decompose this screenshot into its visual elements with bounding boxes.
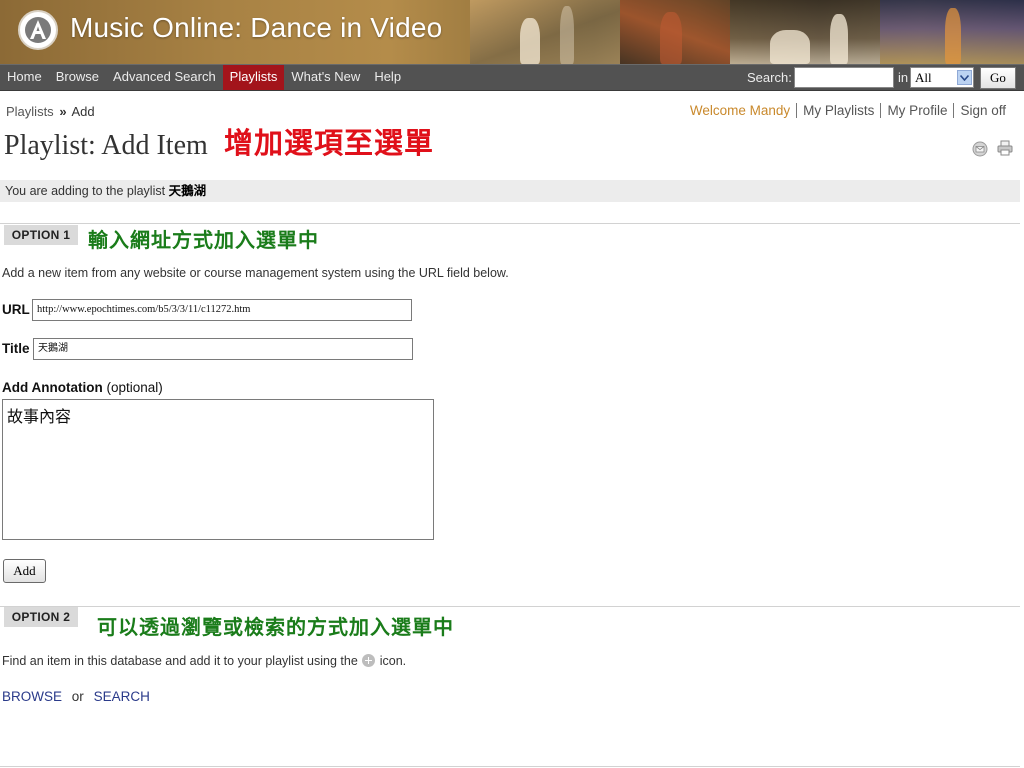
banner-dancer-figure xyxy=(770,30,810,64)
option1-description: Add a new item from any website or cours… xyxy=(2,266,509,280)
search-input[interactable] xyxy=(794,67,894,88)
url-field[interactable]: http://www.epochtimes.com/b5/3/3/11/c112… xyxy=(32,299,412,321)
search-scope-label: in xyxy=(898,70,909,85)
footer-divider xyxy=(0,766,1020,767)
title-label: Title xyxy=(2,341,30,356)
main-nav: Home Browse Advanced Search Playlists Wh… xyxy=(0,64,1024,91)
chevron-down-icon[interactable] xyxy=(957,70,972,85)
breadcrumb-separator: » xyxy=(59,104,67,119)
email-icon[interactable] xyxy=(972,141,988,160)
nav-item-whats-new[interactable]: What's New xyxy=(284,65,367,90)
adding-notice: You are adding to the playlist 天鵝湖 xyxy=(0,180,1020,202)
logo-a-icon xyxy=(25,17,51,43)
option2-description-after: icon. xyxy=(379,654,407,668)
add-button[interactable]: Add xyxy=(3,559,46,583)
annotation-label-text: Add Annotation xyxy=(2,380,103,395)
playlist-name: 天鵝湖 xyxy=(168,184,207,198)
adding-notice-text: You are adding to the playlist xyxy=(5,184,166,198)
nav-item-home[interactable]: Home xyxy=(0,65,49,90)
search-label: Search: xyxy=(747,70,792,85)
nav-list: Home Browse Advanced Search Playlists Wh… xyxy=(0,65,408,90)
nav-item-advanced-search[interactable]: Advanced Search xyxy=(106,65,223,90)
option2-divider xyxy=(0,606,1020,607)
logo-icon[interactable] xyxy=(18,10,58,50)
option1-badge: OPTION 1 xyxy=(4,225,78,245)
or-text: or xyxy=(71,689,84,704)
annotation-optional-text: (optional) xyxy=(106,380,163,395)
search-go-button[interactable]: Go xyxy=(980,67,1016,89)
plus-circle-icon xyxy=(362,654,376,667)
printer-icon[interactable] xyxy=(996,139,1014,160)
nav-item-browse[interactable]: Browse xyxy=(49,65,106,90)
search-scope-select[interactable]: All xyxy=(910,67,974,88)
option2-description: Find an item in this database and add it… xyxy=(2,654,406,668)
option2-annotation: 可以透過瀏覽或檢索的方式加入選單中 xyxy=(97,615,454,639)
browse-search-links: BROWSE or SEARCH xyxy=(2,689,150,704)
site-title: Music Online: Dance in Video xyxy=(70,12,443,43)
breadcrumb: Playlists » Add xyxy=(6,104,95,119)
banner-dancer-figure xyxy=(660,12,682,64)
banner-dancer-figure xyxy=(945,8,961,64)
search-link[interactable]: SEARCH xyxy=(94,689,150,704)
my-profile-link[interactable]: My Profile xyxy=(880,103,953,118)
option2-badge: OPTION 2 xyxy=(4,607,78,627)
url-label: URL xyxy=(2,302,30,317)
search-scope-value: All xyxy=(915,70,932,85)
my-playlists-link[interactable]: My Playlists xyxy=(796,103,880,118)
page-title: Playlist: Add Item xyxy=(4,130,208,161)
annotation-title: 增加選項至選單 xyxy=(224,126,435,160)
welcome-message: Welcome Mandy xyxy=(689,103,791,118)
banner-dancer-figure xyxy=(560,6,574,64)
annotation-textarea[interactable]: 故事內容 xyxy=(2,399,434,540)
site-banner: Music Online: Dance in Video xyxy=(0,0,1024,64)
nav-item-help[interactable]: Help xyxy=(367,65,408,90)
annotation-label: Add Annotation (optional) xyxy=(2,380,163,395)
sign-off-link[interactable]: Sign off xyxy=(953,103,1012,118)
breadcrumb-playlists[interactable]: Playlists xyxy=(6,104,54,119)
banner-dancer-figure xyxy=(830,14,848,64)
banner-photo xyxy=(470,0,620,64)
option2-description-before: Find an item in this database and add it… xyxy=(2,654,358,668)
browse-link[interactable]: BROWSE xyxy=(2,689,62,704)
title-field[interactable]: 天鵝湖 xyxy=(33,338,413,360)
banner-dancer-figure xyxy=(520,18,540,64)
breadcrumb-current: Add xyxy=(71,104,95,119)
user-links: Welcome Mandy My Playlists My Profile Si… xyxy=(684,103,1012,118)
option1-annotation: 輸入網址方式加入選單中 xyxy=(88,228,319,252)
nav-item-playlists[interactable]: Playlists xyxy=(222,65,285,90)
